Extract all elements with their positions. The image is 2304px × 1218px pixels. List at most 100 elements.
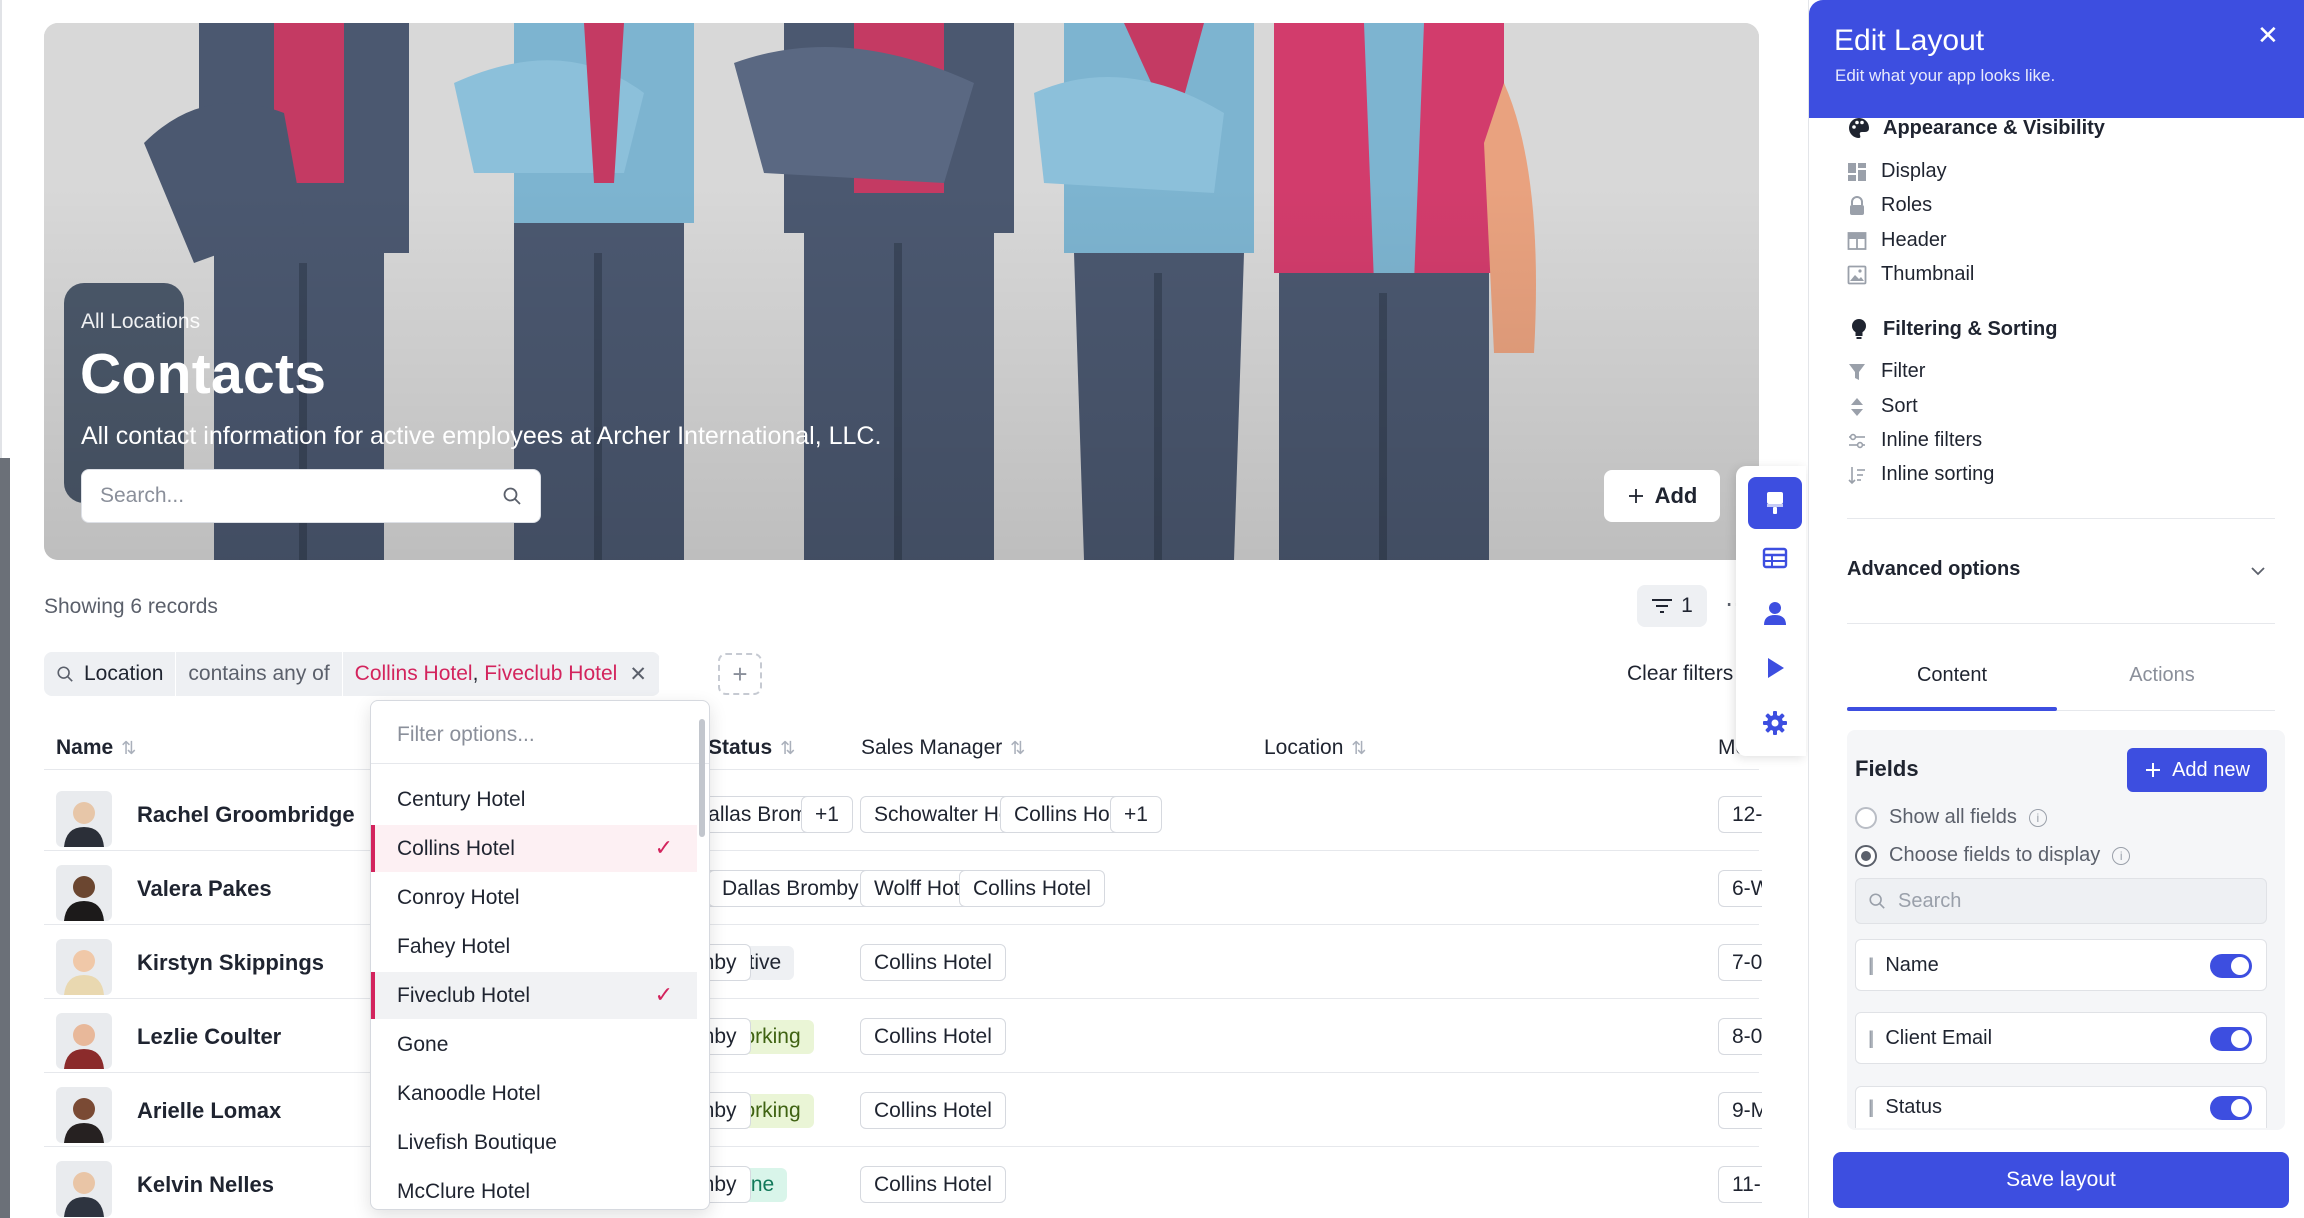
close-icon[interactable]: ✕	[2257, 20, 2279, 51]
add-new-field-button[interactable]: Add new	[2127, 748, 2267, 792]
filter-options-input[interactable]: Filter options...	[397, 723, 535, 747]
advanced-options-toggle[interactable]: Advanced options	[1847, 558, 2020, 581]
sort-icon[interactable]: ⇅	[1351, 738, 1366, 759]
radio-show-all-fields[interactable]: Show all fields i	[1855, 806, 2047, 829]
info-icon[interactable]: i	[2028, 808, 2047, 827]
filter-chip[interactable]: Location contains any of Collins Hotel, …	[44, 652, 660, 696]
location-tag[interactable]: Collins Hotel	[860, 1166, 1006, 1203]
dropdown-option[interactable]: Fahey Hotel	[371, 923, 697, 970]
filter-options-dropdown[interactable]: Filter options... Century Hotel Collins H…	[370, 700, 710, 1210]
panel-item-filter[interactable]: Filter	[1847, 360, 1925, 383]
save-layout-button[interactable]: Save layout	[1833, 1152, 2289, 1208]
contact-name[interactable]: Rachel Groombridge	[137, 802, 355, 828]
dropdown-option[interactable]: Century Hotel	[371, 776, 697, 823]
option-label: Gone	[397, 1032, 449, 1056]
panel-item-thumbnail[interactable]: Thumbnail	[1847, 263, 1974, 286]
sort-icon[interactable]: ⇅	[1010, 738, 1025, 759]
table-row[interactable]: Arielle LomaxWorkingDallas BrombyCollins…	[44, 1073, 1762, 1147]
dropdown-scrollbar[interactable]	[699, 719, 705, 837]
table-row[interactable]: Kirstyn SkippingsActiveDallas BrombyColl…	[44, 925, 1762, 999]
item-label: Sort	[1881, 395, 1918, 417]
contact-name[interactable]: Kelvin Nelles	[137, 1172, 274, 1198]
radio-choose-fields[interactable]: Choose fields to display i	[1855, 844, 2131, 867]
panel-divider	[1847, 623, 2275, 624]
item-label: Inline sorting	[1881, 463, 1995, 485]
manager-tag[interactable]: Dallas Bromby	[708, 870, 873, 907]
drag-handle-icon[interactable]: ||	[1868, 955, 1875, 976]
left-scrollbar[interactable]	[0, 458, 10, 1218]
location-tag[interactable]: Collins Hotel	[860, 1092, 1006, 1129]
fields-heading: Fields	[1855, 756, 1919, 781]
dropdown-option[interactable]: Fiveclub Hotel ✓	[371, 972, 697, 1019]
sort-icon[interactable]: ⇅	[780, 738, 795, 759]
panel-item-header[interactable]: Header	[1847, 229, 1947, 252]
filter-values[interactable]: Collins Hotel, Fiveclub Hotel ✕	[342, 652, 660, 696]
breadcrumb[interactable]: All Locations	[81, 310, 200, 334]
add-filter-button[interactable]: +	[718, 653, 762, 695]
table-row[interactable]: Kelvin NellesDoneDallas BrombyCollins Ho…	[44, 1147, 1762, 1218]
contact-name[interactable]: Lezlie Coulter	[137, 1024, 281, 1050]
dropdown-option[interactable]: Collins Hotel ✓	[371, 825, 697, 872]
dropdown-option[interactable]: Kanoodle Hotel	[371, 1070, 697, 1117]
dropdown-option[interactable]: McClure Hotel	[371, 1168, 697, 1209]
option-label: McClure Hotel	[397, 1179, 531, 1203]
clear-filters-button[interactable]: Clear filters	[1627, 662, 1733, 686]
field-visibility-toggle[interactable]	[2210, 954, 2252, 978]
rail-table-button[interactable]	[1748, 532, 1802, 584]
item-label: Thumbnail	[1881, 263, 1975, 285]
panel-title: Edit Layout	[1834, 24, 1985, 57]
panel-item-sort[interactable]: Sort	[1847, 395, 1918, 418]
panel-item-roles[interactable]: Roles	[1847, 194, 1932, 217]
rail-settings-button[interactable]	[1748, 697, 1802, 749]
search-input[interactable]: Search...	[81, 469, 541, 523]
dropdown-option[interactable]: Conroy Hotel	[371, 874, 697, 921]
radio-circle[interactable]	[1855, 806, 1877, 829]
sort-icon[interactable]: ⇅	[121, 738, 136, 759]
tab-actions[interactable]: Actions	[2057, 664, 2267, 687]
table-row[interactable]: Rachel GroombridgeActiveGigi EnserDallas…	[44, 777, 1762, 851]
location-tag[interactable]: +1	[1110, 796, 1162, 833]
field-row-status[interactable]: || Status	[1855, 1086, 2267, 1128]
add-button[interactable]: Add	[1604, 470, 1720, 522]
column-header-sales-manager[interactable]: Sales Manager ⇅	[861, 736, 1025, 760]
table-row[interactable]: Valera PakesActiveCortney ShoreDallas Br…	[44, 851, 1762, 925]
contact-name[interactable]: Arielle Lomax	[137, 1098, 281, 1124]
field-row-client-email[interactable]: || Client Email	[1855, 1012, 2267, 1064]
item-label: Roles	[1881, 194, 1933, 216]
location-tag[interactable]: Collins Hotel	[860, 1018, 1006, 1055]
rail-design-button[interactable]	[1748, 477, 1802, 529]
truncated-cell: 9-M	[1718, 1092, 1762, 1129]
dropdown-option[interactable]: Livefish Boutique	[371, 1119, 697, 1166]
location-tag[interactable]: Collins Hotel	[860, 944, 1006, 981]
manager-tag[interactable]: +1	[801, 796, 853, 833]
contact-name[interactable]: Kirstyn Skippings	[137, 950, 324, 976]
field-row-name[interactable]: || Name	[1855, 939, 2267, 991]
contact-name[interactable]: Valera Pakes	[137, 876, 272, 902]
field-visibility-toggle[interactable]	[2210, 1027, 2252, 1051]
panel-item-inline-sorting[interactable]: Inline sorting	[1847, 463, 1994, 486]
drag-handle-icon[interactable]: ||	[1868, 1097, 1875, 1118]
edit-layout-panel: Edit Layout Edit what your app looks lik…	[1808, 0, 2304, 1218]
radio-circle-selected[interactable]	[1855, 844, 1877, 867]
panel-item-display[interactable]: Display	[1847, 160, 1947, 183]
column-header-status[interactable]: Status ⇅	[708, 736, 795, 760]
tab-content[interactable]: Content	[1847, 664, 2057, 687]
rail-person-button[interactable]	[1748, 587, 1802, 639]
info-icon[interactable]: i	[2112, 846, 2131, 865]
rail-actions-button[interactable]	[1748, 642, 1802, 694]
table-row[interactable]: Lezlie CoulterWorkingDallas BrombyCollin…	[44, 999, 1762, 1073]
panel-item-inline-filters[interactable]: Inline filters	[1847, 429, 1982, 452]
field-search-input[interactable]: Search	[1855, 878, 2267, 924]
chevron-down-icon[interactable]	[2249, 562, 2267, 580]
filter-toggle-button[interactable]: 1	[1637, 585, 1707, 627]
dropdown-option[interactable]: Gone	[371, 1021, 697, 1068]
filter-operator[interactable]: contains any of	[176, 652, 343, 696]
field-visibility-toggle[interactable]	[2210, 1096, 2252, 1120]
column-label: Sales Manager	[861, 736, 1003, 759]
remove-filter-icon[interactable]: ✕	[629, 662, 647, 687]
location-tag[interactable]: Collins Hotel	[959, 870, 1105, 907]
drag-handle-icon[interactable]: ||	[1868, 1028, 1875, 1049]
column-header-name[interactable]: Name ⇅	[56, 736, 136, 760]
filter-field[interactable]: Location	[44, 652, 177, 696]
column-header-location[interactable]: Location ⇅	[1264, 736, 1367, 760]
